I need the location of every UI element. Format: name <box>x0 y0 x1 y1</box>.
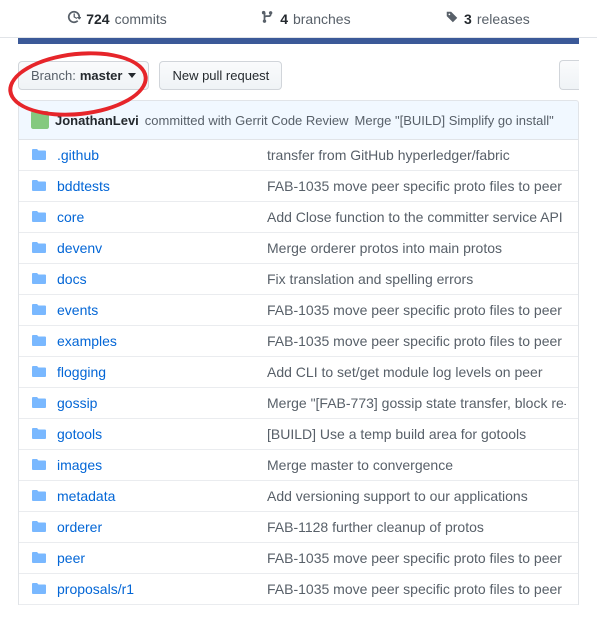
file-name-link[interactable]: gotools <box>57 426 267 442</box>
folder-icon <box>31 550 47 566</box>
file-commit-message[interactable]: Merge orderer protos into main protos <box>267 240 502 256</box>
folder-icon <box>31 333 47 349</box>
table-row: eventsFAB-1035 move peer specific proto … <box>19 295 578 326</box>
file-name-link[interactable]: proposals/r1 <box>57 581 267 597</box>
commit-with-label: committed with Gerrit Code Review <box>145 113 349 128</box>
file-name-link[interactable]: orderer <box>57 519 267 535</box>
file-name-link[interactable]: docs <box>57 271 267 287</box>
folder-icon <box>31 581 47 597</box>
table-row: floggingAdd CLI to set/get module log le… <box>19 357 578 388</box>
folder-icon <box>31 426 47 442</box>
branches-label: branches <box>293 11 351 27</box>
tag-icon <box>445 10 459 27</box>
history-icon <box>67 10 81 27</box>
folder-icon <box>31 488 47 504</box>
file-name-link[interactable]: metadata <box>57 488 267 504</box>
file-commit-message[interactable]: Add versioning support to our applicatio… <box>267 488 528 504</box>
commits-label: commits <box>115 11 167 27</box>
file-commit-message[interactable]: Add Close function to the committer serv… <box>267 209 563 225</box>
commits-count: 724 <box>86 11 109 27</box>
file-commit-message[interactable]: Fix translation and spelling errors <box>267 271 473 287</box>
branches-count: 4 <box>280 11 288 27</box>
table-row: ordererFAB-1128 further cleanup of proto… <box>19 512 578 543</box>
file-name-link[interactable]: events <box>57 302 267 318</box>
file-commit-message[interactable]: FAB-1035 move peer specific proto files … <box>267 302 566 318</box>
repo-toolbar: Branch: master New pull request <box>0 44 597 100</box>
file-name-link[interactable]: devenv <box>57 240 267 256</box>
truncated-button[interactable] <box>559 60 579 90</box>
table-row: .githubtransfer from GitHub hyperledger/… <box>19 140 578 171</box>
folder-icon <box>31 271 47 287</box>
table-row: coreAdd Close function to the committer … <box>19 202 578 233</box>
branch-icon <box>261 10 275 27</box>
folder-icon <box>31 457 47 473</box>
new-pull-request-button[interactable]: New pull request <box>159 61 282 90</box>
releases-label: releases <box>477 11 530 27</box>
file-name-link[interactable]: core <box>57 209 267 225</box>
branch-select-button[interactable]: Branch: master <box>18 61 149 90</box>
file-name-link[interactable]: flogging <box>57 364 267 380</box>
file-commit-message[interactable]: Merge "[FAB-773] gossip state transfer, … <box>267 395 566 411</box>
file-name-link[interactable]: examples <box>57 333 267 349</box>
folder-icon <box>31 519 47 535</box>
folder-icon <box>31 240 47 256</box>
file-commit-message[interactable]: FAB-1128 further cleanup of protos <box>267 519 484 535</box>
folder-icon <box>31 147 47 163</box>
file-name-link[interactable]: .github <box>57 147 267 163</box>
file-name-link[interactable]: images <box>57 457 267 473</box>
file-commit-message[interactable]: [BUILD] Use a temp build area for gotool… <box>267 426 526 442</box>
file-commit-message[interactable]: Merge master to convergence <box>267 457 453 473</box>
file-name-link[interactable]: peer <box>57 550 267 566</box>
branch-select-name: master <box>80 68 123 83</box>
file-commit-message[interactable]: FAB-1035 move peer specific proto files … <box>267 333 566 349</box>
commit-message[interactable]: Merge "[BUILD] Simplify go install" <box>355 113 554 128</box>
table-row: devenvMerge orderer protos into main pro… <box>19 233 578 264</box>
table-row: gossipMerge "[FAB-773] gossip state tran… <box>19 388 578 419</box>
file-list: .githubtransfer from GitHub hyperledger/… <box>18 140 579 605</box>
table-row: metadataAdd versioning support to our ap… <box>19 481 578 512</box>
file-name-link[interactable]: bddtests <box>57 178 267 194</box>
table-row: examplesFAB-1035 move peer specific prot… <box>19 326 578 357</box>
folder-icon <box>31 178 47 194</box>
avatar <box>31 111 49 129</box>
file-commit-message[interactable]: FAB-1035 move peer specific proto files … <box>267 178 566 194</box>
releases-stat[interactable]: 3 releases <box>445 10 530 27</box>
branch-select-label: Branch: <box>31 68 76 83</box>
table-row: docsFix translation and spelling errors <box>19 264 578 295</box>
repo-stats-bar: 724 commits 4 branches 3 releases <box>0 0 597 38</box>
file-commit-message[interactable]: Add CLI to set/get module log levels on … <box>267 364 543 380</box>
file-commit-message[interactable]: FAB-1035 move peer specific proto files … <box>267 550 566 566</box>
commit-author[interactable]: JonathanLevi <box>55 113 139 128</box>
chevron-down-icon <box>128 73 136 78</box>
file-commit-message[interactable]: transfer from GitHub hyperledger/fabric <box>267 147 510 163</box>
latest-commit-bar[interactable]: JonathanLevi committed with Gerrit Code … <box>18 100 579 140</box>
releases-count: 3 <box>464 11 472 27</box>
table-row: gotools[BUILD] Use a temp build area for… <box>19 419 578 450</box>
file-name-link[interactable]: gossip <box>57 395 267 411</box>
folder-icon <box>31 302 47 318</box>
folder-icon <box>31 364 47 380</box>
table-row: proposals/r1FAB-1035 move peer specific … <box>19 574 578 605</box>
branches-stat[interactable]: 4 branches <box>261 10 350 27</box>
file-commit-message[interactable]: FAB-1035 move peer specific proto files … <box>267 581 566 597</box>
commits-stat[interactable]: 724 commits <box>67 10 166 27</box>
table-row: peerFAB-1035 move peer specific proto fi… <box>19 543 578 574</box>
folder-icon <box>31 209 47 225</box>
table-row: bddtestsFAB-1035 move peer specific prot… <box>19 171 578 202</box>
table-row: imagesMerge master to convergence <box>19 450 578 481</box>
folder-icon <box>31 395 47 411</box>
